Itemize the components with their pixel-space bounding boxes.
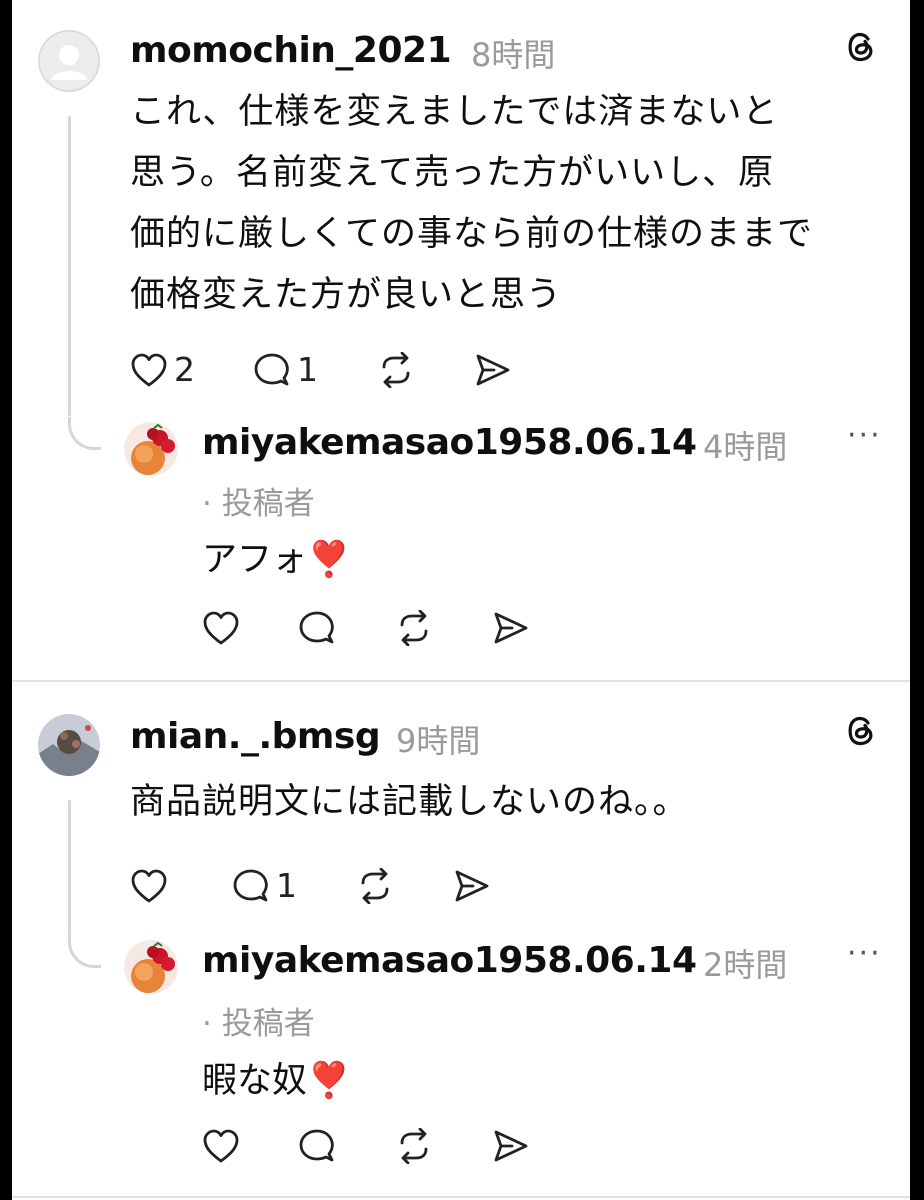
threads-logo-icon[interactable] [844, 30, 878, 64]
reply-actions [202, 1128, 588, 1164]
share-button[interactable] [492, 610, 530, 646]
strawberry-avatar-icon [124, 940, 178, 994]
reply-time: 4時間 [703, 428, 788, 466]
default-user-icon [38, 30, 100, 92]
avatar-reply-author[interactable] [124, 422, 178, 476]
more-options-icon[interactable]: ··· [847, 418, 882, 453]
like-button[interactable] [202, 610, 240, 646]
post-author[interactable]: mian._.bmsg [130, 716, 381, 757]
repost-button[interactable] [355, 867, 395, 904]
share-button[interactable] [474, 352, 512, 388]
reply-text-content: 暇な奴 [202, 1061, 308, 1101]
post-time: 9時間 [396, 722, 481, 760]
like-button[interactable] [202, 1128, 240, 1164]
thread-connector-line [68, 116, 71, 416]
thread-connector-curve [68, 935, 101, 968]
send-icon [492, 610, 530, 646]
post-text: 商品説明文には記載しないのね。。 [130, 782, 689, 822]
heart-exclamation-emoji: ❣️ [307, 1061, 351, 1101]
strawberry-avatar-icon [124, 422, 178, 476]
reply-text: 暇な奴❣️ [202, 1052, 351, 1103]
reply-button[interactable]: 1 [253, 350, 318, 389]
threads-comments-page: momochin_2021 8時間 これ、仕様を変えましたでは済まないと 思う。… [12, 0, 910, 1200]
like-count: 2 [174, 350, 195, 389]
repost-icon [394, 610, 434, 646]
avatar-reply-author[interactable] [124, 940, 178, 994]
reply-button[interactable]: 1 [232, 866, 297, 905]
like-button[interactable] [130, 868, 174, 904]
heart-icon [130, 868, 168, 904]
reply-actions [202, 610, 588, 646]
post-actions: 1 [130, 866, 549, 905]
heart-icon [202, 1128, 240, 1164]
heart-icon [202, 610, 240, 646]
thread-connector-curve [68, 417, 101, 450]
reply-count: 1 [276, 866, 297, 905]
thread-divider [12, 680, 910, 682]
reply-author[interactable]: miyakemasao1958.06.14 [202, 422, 697, 463]
heart-exclamation-emoji: ❣️ [307, 540, 351, 580]
reply-button[interactable] [298, 1128, 336, 1164]
post-author[interactable]: momochin_2021 [130, 30, 452, 71]
send-icon [492, 1128, 530, 1164]
reply-button[interactable] [298, 610, 336, 646]
comment-icon [253, 352, 291, 388]
post-time: 8時間 [471, 36, 556, 74]
repost-button[interactable] [394, 610, 434, 646]
avatar-mian[interactable] [38, 714, 100, 776]
reply-count: 1 [297, 350, 318, 389]
reply-text-content: アフォ [202, 540, 308, 580]
comment-icon [298, 610, 336, 646]
thread-connector-line [68, 800, 71, 935]
repost-icon [394, 1128, 434, 1164]
avatar-default[interactable] [38, 30, 100, 92]
repost-icon [376, 351, 416, 388]
comment-icon [298, 1128, 336, 1164]
share-button[interactable] [453, 868, 491, 904]
comment-icon [232, 868, 270, 904]
reply-text: アフォ❣️ [202, 531, 351, 582]
reply-time: 2時間 [703, 946, 788, 984]
post-text: これ、仕様を変えましたでは済まないと 思う。名前変えて売った方がいいし、原 価的… [130, 92, 813, 315]
more-options-icon[interactable]: ··· [847, 936, 882, 971]
threads-logo-icon[interactable] [844, 714, 878, 748]
post-actions: 2 1 [130, 350, 570, 389]
author-badge: · 投稿者 [202, 486, 315, 522]
reply-author[interactable]: miyakemasao1958.06.14 [202, 940, 697, 981]
photo-avatar-icon [38, 714, 100, 776]
like-button[interactable]: 2 [130, 350, 195, 389]
thread-divider [12, 1196, 910, 1198]
author-badge: · 投稿者 [202, 1006, 315, 1042]
share-button[interactable] [492, 1128, 530, 1164]
send-icon [453, 868, 491, 904]
send-icon [474, 352, 512, 388]
repost-icon [355, 867, 395, 904]
repost-button[interactable] [394, 1128, 434, 1164]
repost-button[interactable] [376, 351, 416, 388]
heart-icon [130, 352, 168, 388]
